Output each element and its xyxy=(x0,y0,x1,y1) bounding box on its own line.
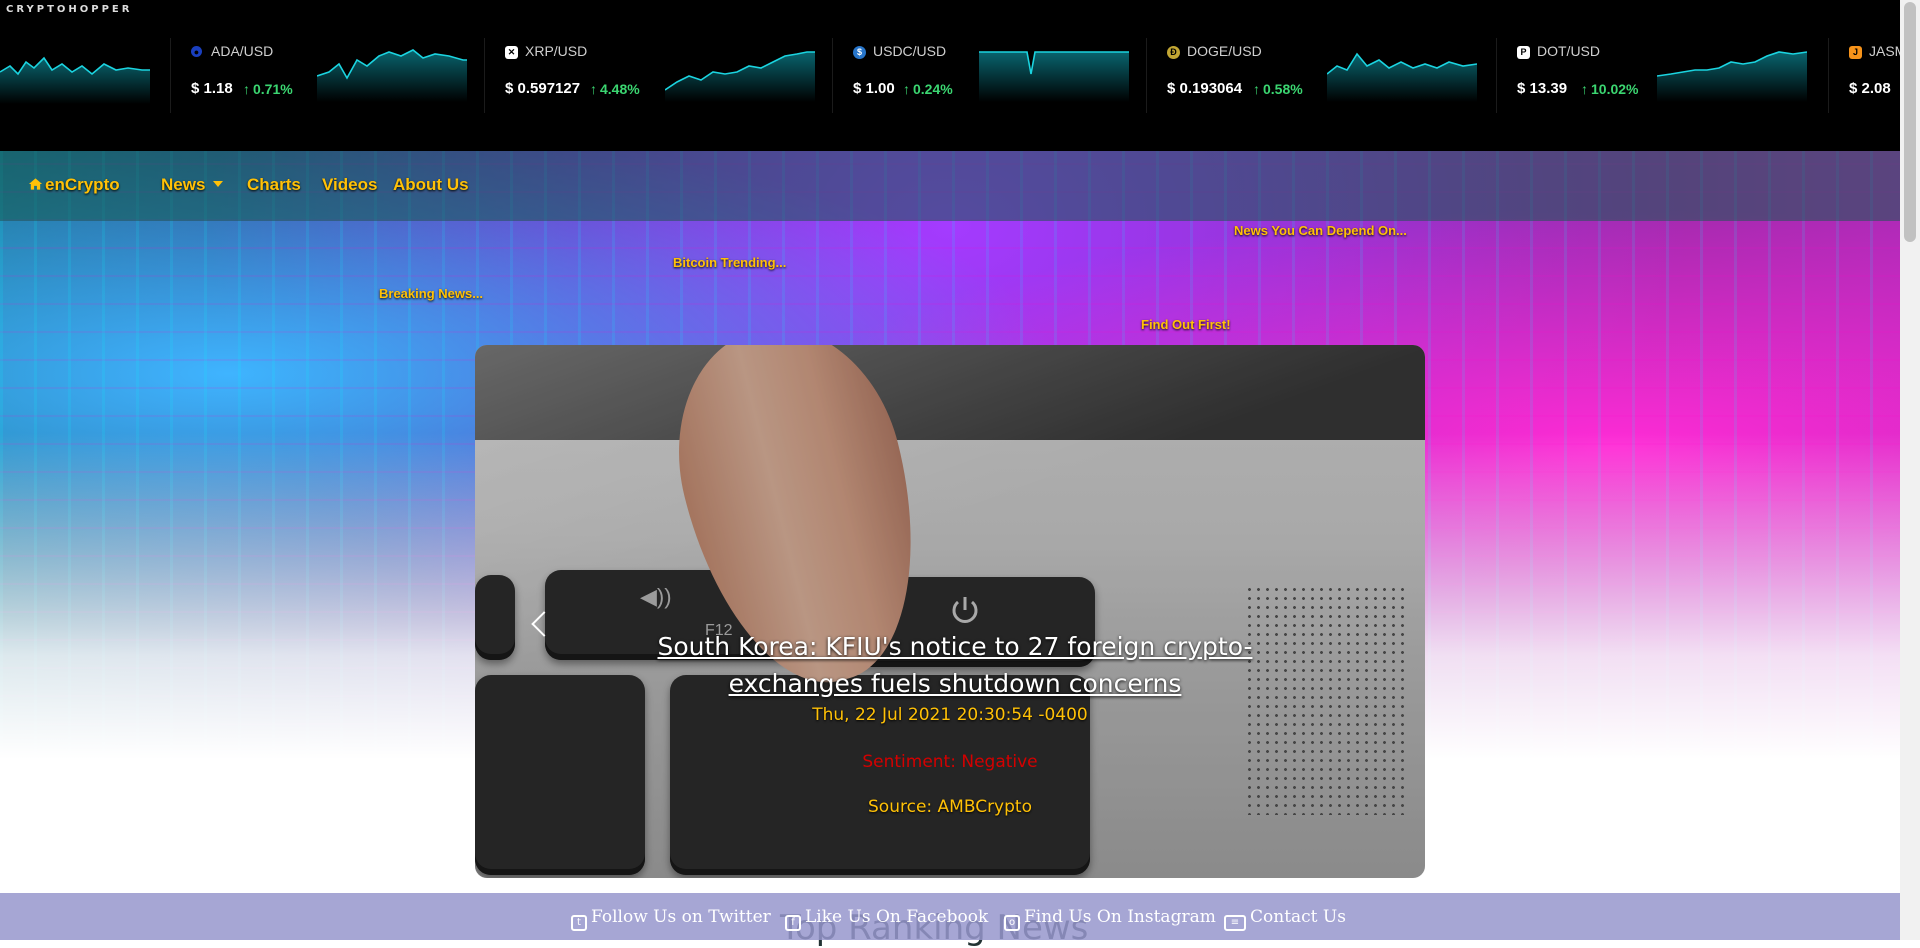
xrp-icon: ✕ xyxy=(505,46,518,59)
social-bar: t Follow Us on Twitter f Like Us On Facebo… xyxy=(0,893,1900,940)
ticker-change: ↑ 10.02% xyxy=(1581,81,1639,97)
page-scrollbar[interactable] xyxy=(1900,0,1920,940)
ticker-pair: DOGE/USD xyxy=(1187,43,1262,59)
usdc-icon: $ xyxy=(853,46,866,59)
tagline-breaking: Breaking News... xyxy=(379,286,484,301)
tagline-depend: News You Can Depend On... xyxy=(1234,223,1407,238)
ticker-price: $ 13.39 xyxy=(1517,80,1568,97)
contact-card-icon: ≡ xyxy=(1224,915,1246,931)
arrow-up-icon: ↑ xyxy=(243,81,250,97)
nav-charts[interactable]: Charts xyxy=(247,175,301,195)
scrollbar-thumb[interactable] xyxy=(1904,2,1916,242)
instagram-icon: o xyxy=(1004,915,1020,931)
ticker-price: $ 1.00 xyxy=(853,80,895,97)
ticker-price: $ 0.597127 xyxy=(505,80,581,97)
nav-about[interactable]: About Us xyxy=(393,175,469,195)
main-nav: enCrypto News Charts Videos About Us xyxy=(0,151,1900,221)
contact-link[interactable]: ≡ Contact Us xyxy=(1224,907,1346,931)
twitter-label: Follow Us on Twitter xyxy=(591,907,771,927)
nav-news-dropdown[interactable]: News xyxy=(161,175,224,195)
twitter-link[interactable]: t Follow Us on Twitter xyxy=(571,907,771,931)
sparkline-chart xyxy=(979,51,1129,102)
sparkline-chart xyxy=(665,51,815,102)
ticker-change: ↑ 4.48% xyxy=(590,81,640,97)
instagram-label: Find Us On Instagram xyxy=(1024,907,1216,927)
facebook-icon: f xyxy=(785,915,801,931)
tagline-first: Find Out First! xyxy=(1141,317,1231,332)
ticker-item-dot[interactable]: P DOT/USD $ 13.39 ↑ 10.02% xyxy=(1496,38,1811,113)
facebook-label: Like Us On Facebook xyxy=(805,907,989,927)
sparkline-chart xyxy=(1657,51,1807,102)
carousel-headline-link[interactable]: South Korea: KFIU's notice to 27 foreign… xyxy=(605,628,1305,702)
sparkline-chart xyxy=(317,49,467,102)
doge-icon: Ð xyxy=(1167,46,1180,59)
jasmy-icon: J xyxy=(1849,46,1862,59)
sparkline-chart xyxy=(0,56,150,104)
carousel-date: Thu, 22 Jul 2021 20:30:54 -0400 xyxy=(812,705,1088,725)
arrow-up-icon: ↑ xyxy=(590,81,597,97)
ticker-change: ↑ 0.71% xyxy=(243,81,293,97)
caret-down-icon xyxy=(213,181,224,187)
ticker-pair: JASM xyxy=(1869,43,1900,59)
brand-name: enCrypto xyxy=(45,175,120,194)
carousel-sentiment: Sentiment: Negative xyxy=(862,752,1038,772)
ticker-pair: USDC/USD xyxy=(873,43,947,59)
nav-videos[interactable]: Videos xyxy=(322,175,377,195)
ticker-price: $ 0.193064 xyxy=(1167,80,1243,97)
sparkline-chart xyxy=(1327,52,1477,102)
ticker-item-ada[interactable]: ● ADA/USD $ 1.18 ↑ 0.71% xyxy=(170,38,485,113)
instagram-link[interactable]: o Find Us On Instagram xyxy=(1004,907,1216,931)
contact-label: Contact Us xyxy=(1250,907,1346,927)
ticker-item-xrp[interactable]: ✕ XRP/USD $ 0.597127 ↑ 4.48% xyxy=(484,38,815,113)
cryptohopper-logo[interactable]: CRYPTOHOPPER xyxy=(6,4,132,15)
price-ticker: CRYPTOHOPPER ● ADA/USD $ 1.18 ↑ 0.71% ✕ X… xyxy=(0,0,1900,151)
ticker-change: ↑ 0.58% xyxy=(1253,81,1303,97)
dot-icon: P xyxy=(1517,46,1530,59)
ticker-pair: XRP/USD xyxy=(525,43,588,59)
ticker-pair: ADA/USD xyxy=(211,43,274,59)
facebook-link[interactable]: f Like Us On Facebook xyxy=(785,907,988,931)
arrow-up-icon: ↑ xyxy=(1253,81,1260,97)
brand-home-link[interactable]: enCrypto xyxy=(28,175,120,195)
carousel-source: Source: AMBCrypto xyxy=(868,797,1032,817)
arrow-up-icon: ↑ xyxy=(1581,81,1588,97)
ticker-price: $ 1.18 xyxy=(191,80,233,97)
tagline-trending: Bitcoin Trending... xyxy=(673,255,787,270)
twitter-icon: t xyxy=(571,915,587,931)
ticker-pair: DOT/USD xyxy=(1537,43,1600,59)
ticker-item-jasmy[interactable]: J JASM $ 2.08 xyxy=(1828,38,1900,113)
news-carousel[interactable]: ◀)) F12 South Korea: KFIU's notice to 27… xyxy=(475,345,1425,878)
ticker-change: ↑ 0.24% xyxy=(903,81,953,97)
ticker-item-doge[interactable]: Ð DOGE/USD $ 0.193064 ↑ 0.58% xyxy=(1146,38,1477,113)
ticker-item-usdc[interactable]: $ USDC/USD $ 1.00 ↑ 0.24% xyxy=(832,38,1147,113)
arrow-up-icon: ↑ xyxy=(903,81,910,97)
home-icon xyxy=(28,178,43,190)
ticker-price: $ 2.08 xyxy=(1849,80,1891,97)
nav-news-label: News xyxy=(161,175,206,194)
ada-icon: ● xyxy=(191,46,202,57)
